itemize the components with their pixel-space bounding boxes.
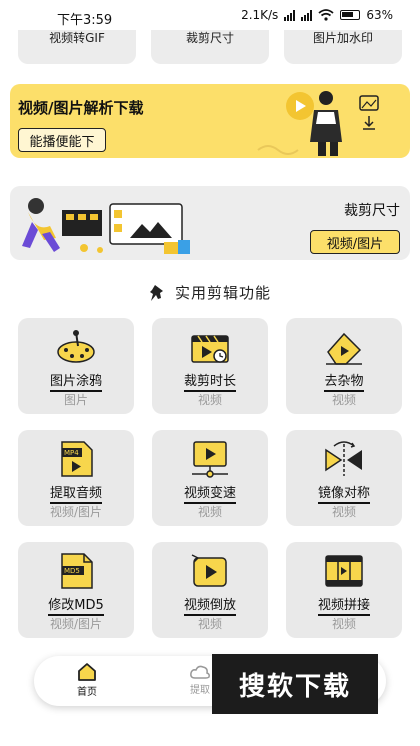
speed-screen-icon (192, 441, 228, 478)
eraser-icon (326, 332, 362, 365)
battery-icon (340, 10, 361, 20)
tool-type: 视频/图片 (49, 505, 103, 519)
film-grid-icon (325, 555, 363, 587)
tool-name: 图片涂鸦 (49, 374, 102, 392)
girl-film-illustration (22, 198, 190, 254)
tool-tile-remove-objects[interactable]: 去杂物 视频 (286, 318, 402, 414)
watermark-logo: 搜软下载 (212, 654, 378, 714)
tool-type: 视频 (197, 617, 222, 631)
parse-banner-title: 视频/图片解析下载 (18, 99, 144, 117)
tool-tile-extract-audio[interactable]: MP4 提取音频 视频/图片 (18, 430, 134, 526)
clapper-clock-icon (191, 335, 229, 363)
tool-type: 视频 (197, 505, 222, 519)
signal-icon (284, 9, 296, 21)
pin-icon (149, 284, 163, 301)
tool-name: 视频拼接 (317, 598, 370, 616)
tool-type: 图片 (63, 393, 88, 407)
nav-extract[interactable]: 提取 (189, 664, 211, 696)
reverse-play-icon (191, 554, 227, 587)
nav-extract-label: 提取 (190, 685, 210, 696)
tool-tile-modify-md5[interactable]: MD5 修改MD5 视频/图片 (18, 542, 134, 638)
section-heading: 实用剪辑功能 (0, 282, 420, 303)
tool-name: 裁剪时长 (183, 374, 236, 392)
md5-file-icon: MD5 (61, 553, 93, 589)
nav-home[interactable]: 首页 (76, 662, 98, 698)
nav-home-label: 首页 (77, 687, 97, 698)
network-speed: 2.1K/s (241, 8, 279, 22)
crop-size-banner[interactable]: 裁剪尺寸 视频/图片 (10, 186, 410, 260)
tool-grid: 图片涂鸦 图片 裁剪时长 视频 去杂物 视频 MP4 提取音频 视频/图片 视频… (18, 318, 402, 638)
person-download-illustration (257, 91, 379, 156)
battery-level: 63 (366, 8, 382, 22)
tool-name: 视频倒放 (183, 598, 236, 616)
tool-name: 视频变速 (183, 486, 236, 504)
status-indicators: 2.1K/s 63 % (241, 8, 393, 22)
tool-type: 视频 (197, 393, 222, 407)
tool-tile-speed[interactable]: 视频变速 视频 (152, 430, 268, 526)
crop-banner-button[interactable]: 视频/图片 (310, 230, 400, 254)
status-time: 下午3:59 (57, 13, 113, 28)
tool-tile-mirror[interactable]: 镜像对称 视频 (286, 430, 402, 526)
svg-text:MP4: MP4 (64, 449, 79, 457)
tool-tile-doodle[interactable]: 图片涂鸦 图片 (18, 318, 134, 414)
crop-banner-title: 裁剪尺寸 (344, 203, 400, 219)
mirror-icon (325, 441, 362, 476)
tool-tile-reverse[interactable]: 视频倒放 视频 (152, 542, 268, 638)
wifi-icon (318, 9, 334, 21)
parse-banner-button[interactable]: 能播便能下 (18, 128, 106, 152)
tool-type: 视频 (331, 617, 356, 631)
tool-name: 镜像对称 (317, 486, 370, 504)
tool-name: 去杂物 (324, 374, 364, 392)
percent-sign: % (381, 8, 393, 22)
signal-icon-2 (301, 9, 313, 21)
mp4-file-icon: MP4 (61, 441, 93, 477)
cloud-icon (190, 665, 210, 679)
status-bar: 下午3:59 2.1K/s 63 % (0, 0, 420, 30)
tool-type: 视频/图片 (49, 617, 103, 631)
palette-icon (57, 330, 95, 363)
tool-type: 视频 (331, 505, 356, 519)
svg-text:MD5: MD5 (64, 567, 80, 575)
tool-name: 提取音频 (49, 486, 102, 504)
parse-download-banner[interactable]: 视频/图片解析下载 能播便能下 (10, 84, 410, 158)
home-icon (78, 663, 96, 681)
tool-name: 修改MD5 (48, 598, 104, 616)
section-title: 实用剪辑功能 (174, 284, 271, 302)
tool-tile-splice[interactable]: 视频拼接 视频 (286, 542, 402, 638)
tool-tile-trim-duration[interactable]: 裁剪时长 视频 (152, 318, 268, 414)
tool-type: 视频 (331, 393, 356, 407)
